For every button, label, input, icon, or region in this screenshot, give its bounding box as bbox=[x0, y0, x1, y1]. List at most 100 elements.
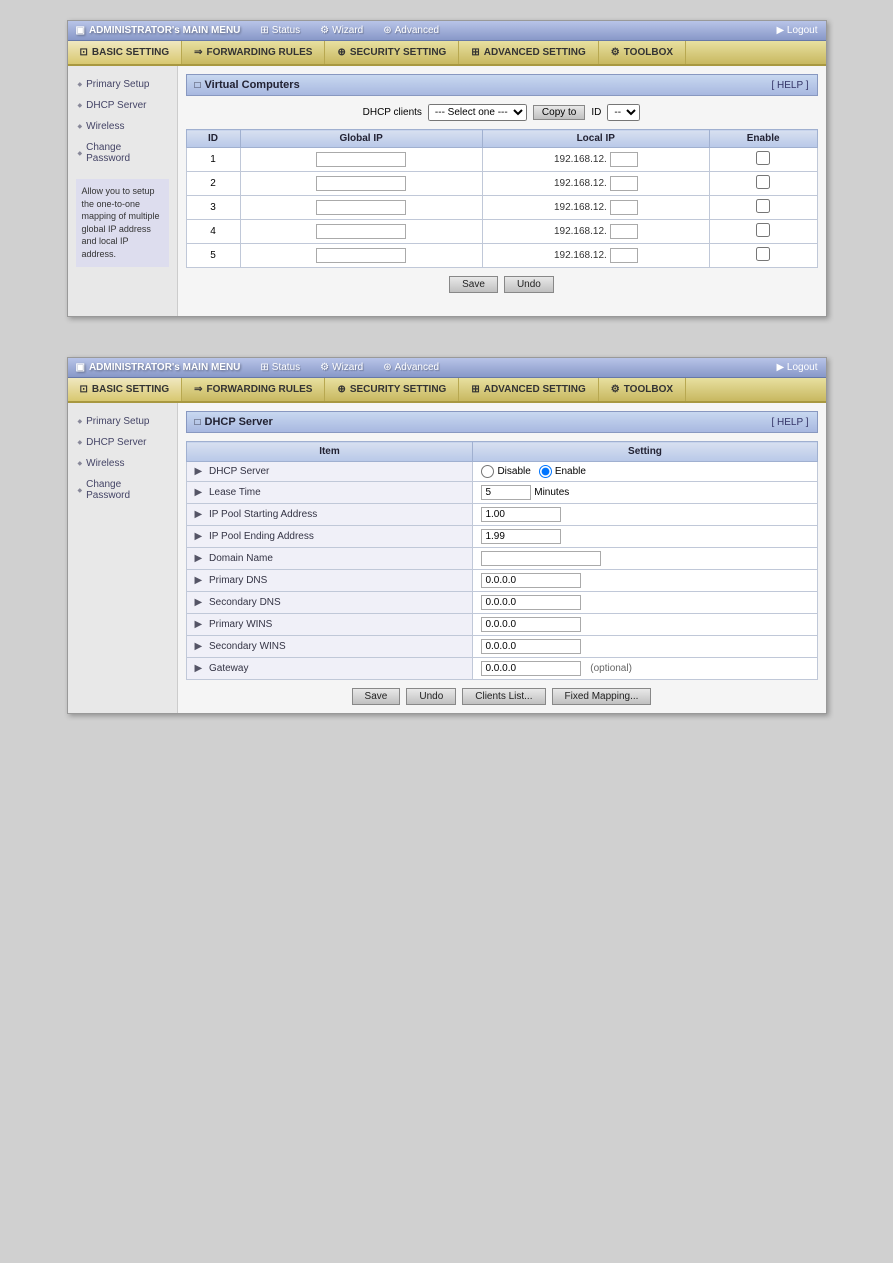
secondary-dns-input[interactable] bbox=[481, 595, 581, 610]
row1-enable-check[interactable] bbox=[756, 151, 770, 165]
row4-enable-check[interactable] bbox=[756, 223, 770, 237]
enable-radio-label[interactable]: Enable bbox=[539, 465, 586, 478]
row2-global-ip-input[interactable] bbox=[316, 176, 406, 191]
row3-id: 3 bbox=[186, 196, 240, 220]
domain-name-item: ▶ Domain Name bbox=[186, 548, 473, 570]
nav-advanced-2[interactable]: ⊛ Advanced bbox=[383, 362, 439, 373]
save-button-2[interactable]: Save bbox=[352, 688, 401, 705]
sidebar-item-password-2[interactable]: Change Password bbox=[68, 474, 177, 506]
row3-enable-check[interactable] bbox=[756, 199, 770, 213]
tab-forwarding-2[interactable]: ⇒ FORWARDING RULES bbox=[182, 378, 325, 401]
tab-forwarding-1[interactable]: ⇒ FORWARDING RULES bbox=[182, 41, 325, 64]
help-link-1[interactable]: [ HELP ] bbox=[771, 80, 808, 91]
sidebar-item-wireless-1[interactable]: Wireless bbox=[68, 116, 177, 137]
row2-local-ip-input[interactable] bbox=[610, 176, 638, 191]
logout-1[interactable]: ▶ Logout bbox=[776, 25, 817, 36]
row1-global-ip-input[interactable] bbox=[316, 152, 406, 167]
sidebar-item-dhcp-2[interactable]: DHCP Server bbox=[68, 432, 177, 453]
router-icon-1: ▣ bbox=[76, 25, 85, 36]
top-nav-1: ▣ ADMINISTRATOR's MAIN MENU ⊞ Status ⚙ W… bbox=[68, 21, 826, 41]
domain-name-input[interactable] bbox=[481, 551, 601, 566]
tab-security-2[interactable]: ⊕ SECURITY SETTING bbox=[325, 378, 459, 401]
row5-global-ip-input[interactable] bbox=[316, 248, 406, 263]
row2-enable-check[interactable] bbox=[756, 175, 770, 189]
disable-radio[interactable] bbox=[481, 465, 494, 478]
forward-icon-2: ⇒ bbox=[194, 384, 202, 395]
col-item-2: Item bbox=[186, 442, 473, 462]
lease-time-input[interactable] bbox=[481, 485, 531, 500]
btn-row-2: Save Undo Clients List... Fixed Mapping.… bbox=[186, 688, 818, 705]
section-header-2: DHCP Server [ HELP ] bbox=[186, 411, 818, 433]
sidebar-item-wireless-2[interactable]: Wireless bbox=[68, 453, 177, 474]
undo-button-2[interactable]: Undo bbox=[406, 688, 456, 705]
domain-name-setting bbox=[473, 548, 817, 570]
tab-basic-setting-1[interactable]: ⊡ BASIC SETTING bbox=[68, 41, 183, 64]
tab-security-1[interactable]: ⊕ SECURITY SETTING bbox=[325, 41, 459, 64]
tab-basic-setting-2[interactable]: ⊡ BASIC SETTING bbox=[68, 378, 183, 401]
nav-advanced-1[interactable]: ⊛ Advanced bbox=[383, 25, 439, 36]
clients-list-button[interactable]: Clients List... bbox=[462, 688, 545, 705]
primary-dns-input[interactable] bbox=[481, 573, 581, 588]
primary-dns-item: ▶ Primary DNS bbox=[186, 570, 473, 592]
row1-local-ip: 192.168.12. bbox=[482, 148, 709, 172]
gateway-item: ▶ Gateway bbox=[186, 658, 473, 680]
lease-time-setting: Minutes bbox=[473, 482, 817, 504]
fixed-mapping-button[interactable]: Fixed Mapping... bbox=[552, 688, 652, 705]
disable-radio-label[interactable]: Disable bbox=[481, 465, 530, 478]
toolbox-icon-1: ⚙ bbox=[611, 47, 620, 58]
nav-items-1: ⊞ Status ⚙ Wizard ⊛ Advanced bbox=[260, 25, 756, 36]
logout-2[interactable]: ▶ Logout bbox=[776, 362, 817, 373]
undo-button-1[interactable]: Undo bbox=[504, 276, 554, 293]
status-icon-2: ⊞ bbox=[260, 362, 268, 373]
help-link-2[interactable]: [ HELP ] bbox=[771, 417, 808, 428]
save-button-1[interactable]: Save bbox=[449, 276, 498, 293]
row3-enable bbox=[709, 196, 817, 220]
content-area-2: Primary Setup DHCP Server Wireless Chang… bbox=[68, 403, 826, 713]
wizard-icon-1: ⚙ bbox=[320, 25, 329, 36]
advanced-icon-1: ⊛ bbox=[383, 25, 391, 36]
top-nav-2: ▣ ADMINISTRATOR's MAIN MENU ⊞ Status ⚙ W… bbox=[68, 358, 826, 378]
row2-local-ip: 192.168.12. bbox=[482, 172, 709, 196]
sidebar-item-primary-1[interactable]: Primary Setup bbox=[68, 74, 177, 95]
gateway-input[interactable] bbox=[481, 661, 581, 676]
tab-advanced-1[interactable]: ⊞ ADVANCED SETTING bbox=[459, 41, 598, 64]
ip-pool-start-input[interactable] bbox=[481, 507, 561, 522]
primary-wins-input[interactable] bbox=[481, 617, 581, 632]
col-setting-2: Setting bbox=[473, 442, 817, 462]
sidebar-item-primary-2[interactable]: Primary Setup bbox=[68, 411, 177, 432]
row5-local-ip: 192.168.12. bbox=[482, 244, 709, 268]
status-icon-1: ⊞ bbox=[260, 25, 268, 36]
secondary-wins-input[interactable] bbox=[481, 639, 581, 654]
nav-wizard-1[interactable]: ⚙ Wizard bbox=[320, 25, 363, 36]
copy-to-button-1[interactable]: Copy to bbox=[533, 105, 585, 120]
id-select-1[interactable]: -- bbox=[607, 104, 640, 121]
dhcp-server-radio-group: Disable Enable bbox=[481, 465, 808, 478]
tab-toolbox-1[interactable]: ⚙ TOOLBOX bbox=[599, 41, 686, 64]
row1-local-ip-input[interactable] bbox=[610, 152, 638, 167]
table-row: 2 192.168.12. bbox=[186, 172, 817, 196]
tab-advanced-2[interactable]: ⊞ ADVANCED SETTING bbox=[459, 378, 598, 401]
nav-status-2[interactable]: ⊞ Status bbox=[260, 362, 300, 373]
row5-enable-check[interactable] bbox=[756, 247, 770, 261]
id-label-1: ID bbox=[591, 107, 601, 118]
tab-toolbox-2[interactable]: ⚙ TOOLBOX bbox=[599, 378, 686, 401]
row3-local-ip-input[interactable] bbox=[610, 200, 638, 215]
dhcp-clients-select-1[interactable]: --- Select one --- bbox=[428, 104, 527, 121]
wizard-icon-2: ⚙ bbox=[320, 362, 329, 373]
nav-wizard-2[interactable]: ⚙ Wizard bbox=[320, 362, 363, 373]
row3-global-ip-input[interactable] bbox=[316, 200, 406, 215]
row4-global-ip-input[interactable] bbox=[316, 224, 406, 239]
sidebar-item-password-1[interactable]: Change Password bbox=[68, 137, 177, 169]
adv-icon-2: ⊞ bbox=[471, 384, 479, 395]
enable-radio[interactable] bbox=[539, 465, 552, 478]
tab-bar-2: ⊡ BASIC SETTING ⇒ FORWARDING RULES ⊕ SEC… bbox=[68, 378, 826, 403]
nav-status-1[interactable]: ⊞ Status bbox=[260, 25, 300, 36]
dhcp-server-item: ▶ DHCP Server bbox=[186, 462, 473, 482]
ip-pool-end-input[interactable] bbox=[481, 529, 561, 544]
sidebar-item-dhcp-1[interactable]: DHCP Server bbox=[68, 95, 177, 116]
row5-local-ip-input[interactable] bbox=[610, 248, 638, 263]
nav-items-2: ⊞ Status ⚙ Wizard ⊛ Advanced bbox=[260, 362, 756, 373]
row4-local-ip-input[interactable] bbox=[610, 224, 638, 239]
basic-icon-1: ⊡ bbox=[80, 47, 88, 58]
row3-global-ip bbox=[240, 196, 482, 220]
